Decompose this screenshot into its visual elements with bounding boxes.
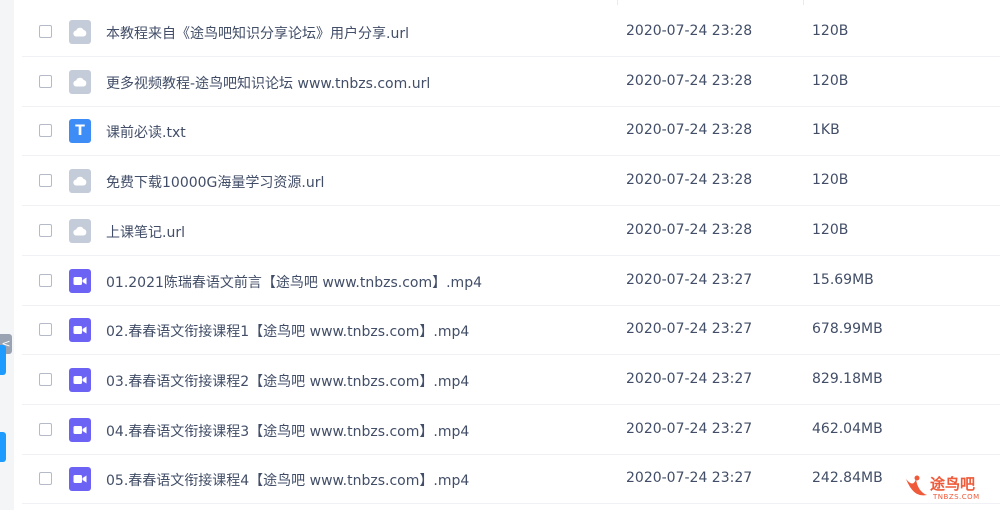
file-row[interactable]: 05.春春语文衔接课程4【途鸟吧 www.tnbzs.com】.mp4 2020-…: [22, 455, 1000, 505]
file-size: 678.99MB: [812, 321, 883, 338]
file-row[interactable]: 04.春春语文衔接课程3【途鸟吧 www.tnbzs.com】.mp4 2020-…: [22, 406, 1000, 455]
sidebar-active-marker: [0, 432, 6, 462]
file-modified-date: 2020-07-24 23:27: [626, 470, 753, 487]
file-modified-date: 2020-07-24 23:28: [626, 172, 753, 189]
file-name[interactable]: 上课笔记.url: [106, 222, 185, 242]
file-size: 120B: [812, 72, 849, 89]
file-size: 120B: [812, 221, 849, 238]
video-file-icon: [69, 417, 91, 442]
file-size: 1KB: [812, 122, 840, 139]
select-checkbox[interactable]: [39, 422, 52, 436]
file-name[interactable]: 01.2021陈瑞春语文前言【途鸟吧 www.tnbzs.com】.mp4: [106, 272, 482, 292]
select-checkbox[interactable]: [39, 223, 52, 237]
file-size: 15.69MB: [812, 271, 874, 288]
select-checkbox[interactable]: [39, 372, 52, 386]
select-checkbox[interactable]: [39, 25, 52, 38]
video-file-icon: [69, 467, 91, 492]
text-file-icon: T: [69, 119, 91, 144]
file-modified-date: 2020-07-24 23:27: [626, 420, 753, 437]
watermark-subtitle: TNBZS.COM: [933, 493, 980, 501]
file-row[interactable]: 01.2021陈瑞春语文前言【途鸟吧 www.tnbzs.com】.mp4 202…: [22, 257, 1000, 306]
file-name[interactable]: 02.春春语文衔接课程1【途鸟吧 www.tnbzs.com】.mp4: [106, 321, 469, 341]
file-row[interactable]: 本教程来自《途鸟吧知识分享论坛》用户分享.url 2020-07-24 23:28…: [22, 8, 1000, 57]
file-size: 829.18MB: [812, 370, 883, 387]
select-checkbox[interactable]: [39, 174, 52, 188]
file-modified-date: 2020-07-24 23:27: [626, 271, 753, 288]
file-name[interactable]: 05.春春语文衔接课程4【途鸟吧 www.tnbzs.com】.mp4: [106, 470, 469, 490]
watermark: 途鸟吧 TNBZS.COM: [903, 473, 993, 505]
file-size: 242.84MB: [812, 470, 883, 487]
file-name[interactable]: 本教程来自《途鸟吧知识分享论坛》用户分享.url: [106, 23, 409, 43]
cloud-link-icon: [69, 169, 91, 194]
select-checkbox[interactable]: [39, 472, 52, 486]
file-modified-date: 2020-07-24 23:28: [626, 221, 753, 238]
file-name[interactable]: 免费下载10000G海量学习资源.url: [106, 172, 324, 192]
file-row[interactable]: 更多视频教程-途鸟吧知识论坛 www.tnbzs.com.url 2020-07-…: [22, 58, 1000, 107]
cloud-link-icon: [69, 20, 91, 44]
column-divider: [803, 0, 804, 5]
file-size: 462.04MB: [812, 420, 883, 437]
video-file-icon: [69, 318, 91, 343]
file-row[interactable]: T 课前必读.txt 2020-07-24 23:28 1KB: [22, 107, 1000, 157]
file-row[interactable]: 免费下载10000G海量学习资源.url 2020-07-24 23:28 120B: [22, 157, 1000, 207]
video-file-icon: [69, 268, 91, 293]
file-row[interactable]: 03.春春语文衔接课程2【途鸟吧 www.tnbzs.com】.mp4 2020-…: [22, 356, 1000, 405]
watermark-title: 途鸟吧: [930, 475, 976, 493]
select-checkbox[interactable]: [39, 74, 52, 88]
select-checkbox[interactable]: [39, 323, 52, 337]
sidebar-active-marker: [0, 345, 6, 375]
file-row[interactable]: 02.春春语文衔接课程1【途鸟吧 www.tnbzs.com】.mp4 2020-…: [22, 306, 1000, 356]
select-checkbox[interactable]: [39, 124, 52, 138]
file-name[interactable]: 课前必读.txt: [106, 122, 186, 142]
bird-logo-icon: [906, 475, 927, 496]
file-size: 120B: [812, 23, 849, 39]
select-checkbox[interactable]: [39, 273, 52, 287]
file-modified-date: 2020-07-24 23:27: [626, 321, 753, 338]
file-modified-date: 2020-07-24 23:28: [626, 72, 753, 89]
cloud-link-icon: [69, 69, 91, 94]
file-modified-date: 2020-07-24 23:28: [626, 122, 753, 139]
file-modified-date: 2020-07-24 23:28: [626, 23, 753, 39]
file-size: 120B: [812, 172, 849, 189]
cloud-link-icon: [69, 218, 91, 243]
file-modified-date: 2020-07-24 23:27: [626, 370, 753, 387]
file-name[interactable]: 03.春春语文衔接课程2【途鸟吧 www.tnbzs.com】.mp4: [106, 371, 469, 391]
column-divider: [617, 0, 618, 5]
video-file-icon: [69, 367, 91, 392]
file-name[interactable]: 更多视频教程-途鸟吧知识论坛 www.tnbzs.com.url: [106, 73, 430, 93]
file-name[interactable]: 04.春春语文衔接课程3【途鸟吧 www.tnbzs.com】.mp4: [106, 421, 469, 441]
file-row[interactable]: 上课笔记.url 2020-07-24 23:28 120B: [22, 207, 1000, 256]
